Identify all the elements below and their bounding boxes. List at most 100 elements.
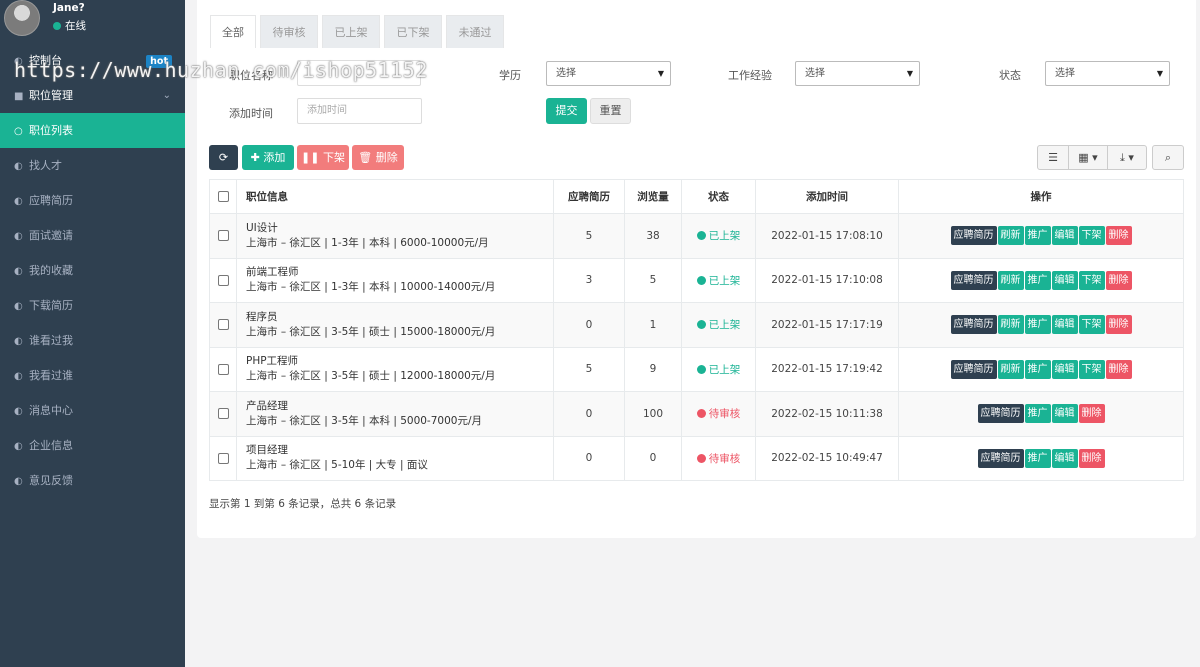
row-delete-button[interactable]: 删除: [1078, 404, 1105, 424]
job-detail: 上海市 – 徐汇区 | 1-3年 | 本科 | 6000-10000元/月: [246, 236, 489, 249]
view-resumes-button[interactable]: 应聘简历: [977, 404, 1024, 424]
row-delete-button[interactable]: 删除: [1105, 270, 1132, 290]
edit-button[interactable]: 编辑: [1051, 315, 1078, 335]
job-title[interactable]: UI设计: [246, 221, 553, 236]
sidebar-item-i-viewed[interactable]: ◐ 我看过谁: [0, 358, 185, 393]
refresh-job-button[interactable]: 刷新: [997, 315, 1024, 335]
view-resumes-button[interactable]: 应聘简历: [950, 270, 997, 290]
row-checkbox[interactable]: [217, 452, 229, 464]
sidebar-item-label: 职位列表: [29, 124, 73, 137]
sidebar-item-feedback[interactable]: ◐ 意见反馈: [0, 463, 185, 498]
promote-button[interactable]: 推广: [1024, 404, 1051, 424]
add-time-cell: 2022-01-15 17:17:19: [755, 302, 899, 348]
edit-button[interactable]: 编辑: [1051, 359, 1078, 379]
promote-button[interactable]: 推广: [1024, 315, 1051, 335]
view-resumes-button[interactable]: 应聘简历: [977, 448, 1024, 468]
reset-button[interactable]: 重置: [590, 98, 631, 124]
add-time-cell: 2022-01-15 17:10:08: [755, 257, 899, 303]
row-offline-button[interactable]: 下架: [1078, 315, 1105, 335]
sidebar-item-viewed-me[interactable]: ◐ 谁看过我: [0, 323, 185, 358]
view-count: 9: [624, 346, 682, 392]
sidebar-item-label: 谁看过我: [29, 334, 73, 347]
row-delete-button[interactable]: 删除: [1105, 315, 1132, 335]
col-header-add-time[interactable]: 添加时间: [755, 179, 899, 214]
edit-button[interactable]: 编辑: [1051, 448, 1078, 468]
tab-online[interactable]: 已上架: [322, 15, 380, 48]
education-select[interactable]: 选择 ▼: [546, 61, 671, 86]
experience-select[interactable]: 选择 ▼: [795, 61, 920, 86]
refresh-job-button[interactable]: 刷新: [997, 359, 1024, 379]
col-header-job-info[interactable]: 职位信息: [236, 179, 554, 214]
sidebar-item-find-talent[interactable]: ◐ 找人才: [0, 148, 185, 183]
delete-button[interactable]: 🗑 删除: [352, 145, 404, 170]
job-info-cell: 项目经理 上海市 – 徐汇区 | 5-10年 | 大专 | 面议: [236, 435, 554, 481]
sidebar-item-interviews[interactable]: ◐ 面试邀请: [0, 218, 185, 253]
toggle-view-button[interactable]: ☰: [1037, 145, 1069, 170]
sidebar-item-applications[interactable]: ◐ 应聘简历: [0, 183, 185, 218]
row-delete-button[interactable]: 删除: [1105, 359, 1132, 379]
promote-button[interactable]: 推广: [1024, 359, 1051, 379]
row-select-cell: [209, 391, 237, 437]
status-text: 待审核: [708, 408, 741, 421]
row-delete-button[interactable]: 删除: [1105, 226, 1132, 246]
row-delete-button[interactable]: 删除: [1078, 448, 1105, 468]
search-button[interactable]: ⌕: [1152, 145, 1184, 170]
row-checkbox[interactable]: [217, 408, 229, 420]
job-name-input[interactable]: [297, 60, 421, 86]
sidebar-item-job-management[interactable]: ■ 职位管理 ⌄: [0, 78, 185, 113]
tab-rejected[interactable]: 未通过: [446, 15, 504, 48]
edit-button[interactable]: 编辑: [1051, 270, 1078, 290]
submit-button[interactable]: 提交: [546, 98, 587, 124]
view-resumes-button[interactable]: 应聘简历: [950, 315, 997, 335]
col-header-views[interactable]: 浏览量: [624, 179, 682, 214]
avatar[interactable]: [4, 0, 40, 36]
status-badge: 已上架: [696, 362, 740, 377]
sidebar-item-company-info[interactable]: ◐ 企业信息: [0, 428, 185, 463]
refresh-button[interactable]: ⟳: [209, 145, 238, 170]
job-title[interactable]: 产品经理: [246, 399, 553, 414]
sidebar-item-label: 我的收藏: [29, 264, 73, 277]
row-offline-button[interactable]: 下架: [1078, 226, 1105, 246]
view-resumes-button[interactable]: 应聘简历: [950, 226, 997, 246]
refresh-job-button[interactable]: 刷新: [997, 270, 1024, 290]
table-row: 项目经理 上海市 – 徐汇区 | 5-10年 | 大专 | 面议 0 0 待审核…: [209, 435, 1184, 481]
refresh-job-button[interactable]: 刷新: [997, 226, 1024, 246]
job-title[interactable]: 程序员: [246, 310, 553, 325]
edit-button[interactable]: 编辑: [1051, 404, 1078, 424]
online-dot-icon: [53, 22, 61, 30]
sidebar-item-favorites[interactable]: ◐ 我的收藏: [0, 253, 185, 288]
add-button[interactable]: ✚ 添加: [242, 145, 294, 170]
col-header-resumes[interactable]: 应聘简历: [553, 179, 625, 214]
promote-button[interactable]: 推广: [1024, 226, 1051, 246]
offline-button[interactable]: ❚❚ 下架: [297, 145, 349, 170]
sidebar-item-job-list[interactable]: ○ 职位列表: [0, 113, 185, 148]
columns-button[interactable]: ▦ ▾: [1068, 145, 1108, 170]
tab-pending[interactable]: 待审核: [260, 15, 318, 48]
row-checkbox[interactable]: [217, 230, 229, 242]
edit-button[interactable]: 编辑: [1051, 226, 1078, 246]
add-time-input[interactable]: 添加时间: [297, 98, 422, 124]
sidebar-item-dashboard[interactable]: ◐ 控制台 hot: [0, 43, 185, 78]
job-title[interactable]: 项目经理: [246, 443, 553, 458]
resume-count: 0: [553, 391, 625, 437]
view-resumes-button[interactable]: 应聘简历: [950, 359, 997, 379]
row-checkbox[interactable]: [217, 274, 229, 286]
promote-button[interactable]: 推广: [1024, 448, 1051, 468]
sidebar-item-messages[interactable]: ◐ 消息中心: [0, 393, 185, 428]
row-checkbox[interactable]: [217, 363, 229, 375]
download-icon: ⤓ ▾: [1120, 151, 1134, 164]
education-label: 学历: [499, 69, 521, 82]
tab-offline[interactable]: 已下架: [384, 15, 442, 48]
tab-all[interactable]: 全部: [210, 15, 256, 48]
job-title[interactable]: PHP工程师: [246, 354, 553, 369]
promote-button[interactable]: 推广: [1024, 270, 1051, 290]
sidebar-item-downloads[interactable]: ◐ 下载简历: [0, 288, 185, 323]
status-select[interactable]: 选择 ▼: [1045, 61, 1170, 86]
export-button[interactable]: ⤓ ▾: [1107, 145, 1147, 170]
row-offline-button[interactable]: 下架: [1078, 270, 1105, 290]
row-checkbox[interactable]: [217, 319, 229, 331]
col-header-status[interactable]: 状态: [681, 179, 756, 214]
row-offline-button[interactable]: 下架: [1078, 359, 1105, 379]
select-all-checkbox[interactable]: [217, 191, 229, 202]
job-title[interactable]: 前端工程师: [246, 265, 553, 280]
